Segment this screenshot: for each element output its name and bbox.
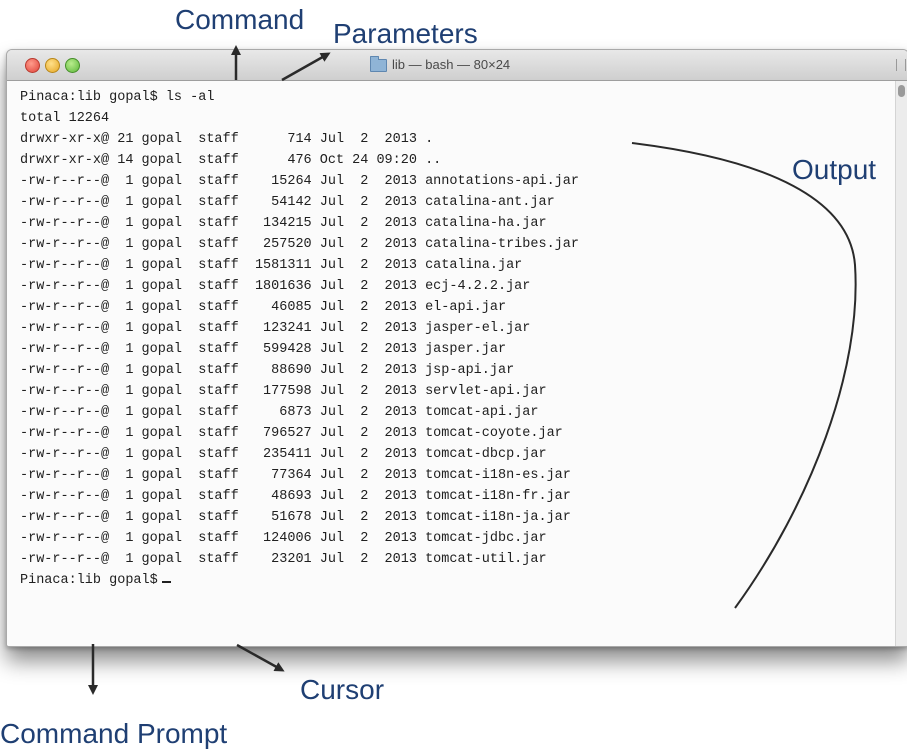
output-line: -rw-r--r--@ 1 gopal staff 134215 Jul 2 2…: [20, 216, 547, 231]
minimize-button[interactable]: [45, 58, 60, 73]
command-line: Pinaca:lib gopal$ ls -al: [20, 90, 215, 105]
zoom-button[interactable]: [65, 58, 80, 73]
output-line: -rw-r--r--@ 1 gopal staff 15264 Jul 2 20…: [20, 174, 579, 189]
output-line: -rw-r--r--@ 1 gopal staff 1801636 Jul 2 …: [20, 279, 531, 294]
total-line: total 12264: [20, 111, 110, 126]
output-line: -rw-r--r--@ 1 gopal staff 235411 Jul 2 2…: [20, 447, 547, 462]
output-line: -rw-r--r--@ 1 gopal staff 796527 Jul 2 2…: [20, 426, 563, 441]
output-line: drwxr-xr-x@ 21 gopal staff 714 Jul 2 201…: [20, 132, 434, 147]
output-line: -rw-r--r--@ 1 gopal staff 599428 Jul 2 2…: [20, 342, 507, 357]
output-line: -rw-r--r--@ 1 gopal staff 77364 Jul 2 20…: [20, 468, 571, 483]
command-annotation: Command: [175, 4, 305, 35]
text-cursor: [161, 581, 171, 583]
parameters-annotation: Parameters: [333, 18, 478, 49]
terminal-window[interactable]: lib — bash — 80×24 Pinaca:lib gopal$ ls …: [6, 49, 907, 647]
output-line: -rw-r--r--@ 1 gopal staff 124006 Jul 2 2…: [20, 531, 547, 546]
terminal-content[interactable]: Pinaca:lib gopal$ ls -al total 12264 drw…: [7, 81, 895, 646]
title-bar[interactable]: lib — bash — 80×24: [7, 50, 907, 81]
command-prompt-annotation: Command Prompt: [0, 718, 228, 749]
folder-icon: [370, 56, 387, 72]
output-line: -rw-r--r--@ 1 gopal staff 54142 Jul 2 20…: [20, 195, 555, 210]
output-line: -rw-r--r--@ 1 gopal staff 48693 Jul 2 20…: [20, 489, 571, 504]
cursor-annotation: Cursor: [300, 674, 385, 705]
output-line: drwxr-xr-x@ 14 gopal staff 476 Oct 24 09…: [20, 153, 442, 168]
output-line: -rw-r--r--@ 1 gopal staff 51678 Jul 2 20…: [20, 510, 571, 525]
output-line: -rw-r--r--@ 1 gopal staff 46085 Jul 2 20…: [20, 300, 507, 315]
output-line: -rw-r--r--@ 1 gopal staff 257520 Jul 2 2…: [20, 237, 579, 252]
output-annotation: Output: [792, 154, 877, 185]
window-title: lib — bash — 80×24: [392, 57, 511, 72]
scrollbar-thumb[interactable]: [898, 85, 905, 97]
output-line: -rw-r--r--@ 1 gopal staff 6873 Jul 2 201…: [20, 405, 539, 420]
cursor-arrow: [236, 643, 285, 672]
close-button[interactable]: [25, 58, 40, 73]
output-line: -rw-r--r--@ 1 gopal staff 1581311 Jul 2 …: [20, 258, 523, 273]
output-line: -rw-r--r--@ 1 gopal staff 123241 Jul 2 2…: [20, 321, 531, 336]
vertical-scrollbar[interactable]: [895, 81, 907, 646]
output-line: -rw-r--r--@ 1 gopal staff 88690 Jul 2 20…: [20, 363, 515, 378]
prompt-line[interactable]: Pinaca:lib gopal$: [20, 570, 171, 591]
toolbar-toggle-icon[interactable]: [896, 59, 906, 71]
output-line: -rw-r--r--@ 1 gopal staff 23201 Jul 2 20…: [20, 552, 547, 567]
output-line: -rw-r--r--@ 1 gopal staff 177598 Jul 2 2…: [20, 384, 547, 399]
command-prompt: Pinaca:lib gopal$: [20, 573, 158, 588]
